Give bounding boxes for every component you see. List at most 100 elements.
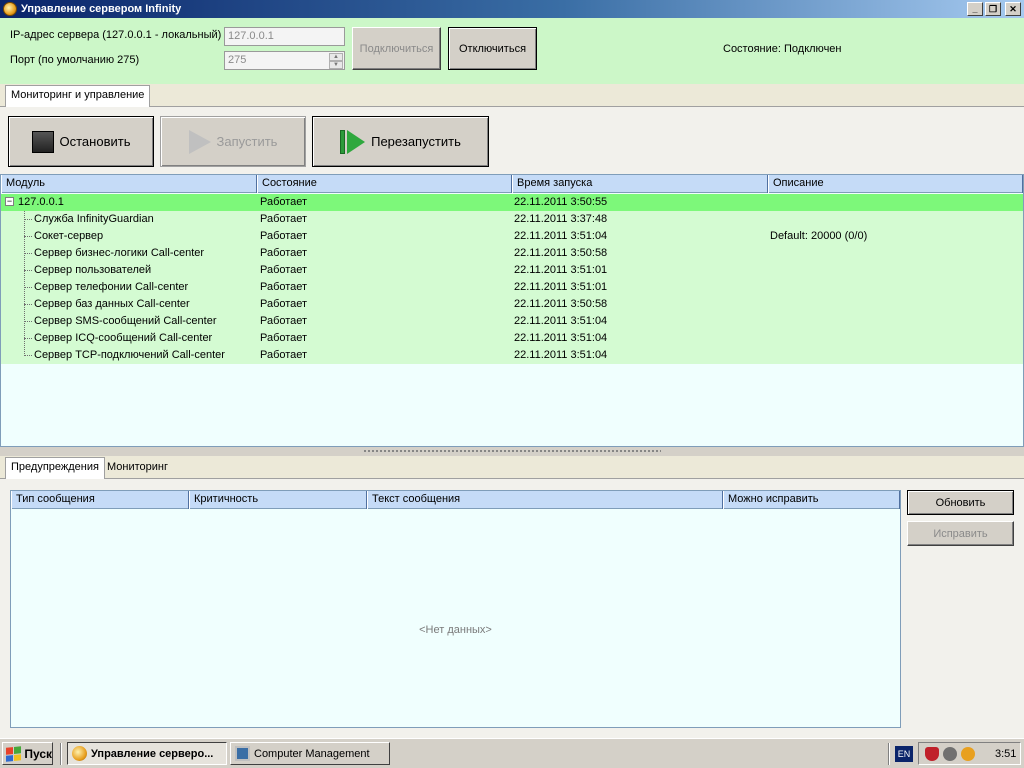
table-row-root[interactable]: − 127.0.0.1 Работает 22.11.2011 3:50:55 [1, 194, 1023, 211]
table-row[interactable]: Сервер баз данных Call-center Работает 22.… [1, 296, 1023, 313]
language-indicator[interactable]: EN [895, 746, 913, 762]
module-name: Сервер бизнес-логики Call-center [34, 247, 205, 259]
main-tabstrip: Мониторинг и управление [0, 84, 1024, 107]
table-row[interactable]: Сервер TCP-подключений Call-center Работа… [1, 347, 1023, 364]
close-button[interactable]: ✕ [1005, 2, 1021, 16]
windows-logo-icon [6, 745, 22, 762]
column-header-message-type[interactable]: Тип сообщения [11, 491, 189, 509]
module-state: Работает [260, 196, 308, 208]
table-row[interactable]: Сокет-сервер Работает 22.11.2011 3:51:04 De… [1, 228, 1023, 245]
tree-line [24, 287, 32, 288]
column-header-module[interactable]: Модуль [1, 175, 257, 193]
module-start-time: 22.11.2011 3:50:58 [514, 298, 608, 310]
column-header-state[interactable]: Состояние [257, 175, 512, 193]
ip-address-field[interactable]: 127.0.0.1 [224, 27, 345, 46]
spin-up-icon[interactable]: ▲ [329, 53, 343, 61]
clock: 3:51 [995, 747, 1017, 760]
module-state: Работает [260, 332, 308, 344]
column-header-description[interactable]: Описание [768, 175, 1023, 193]
connection-panel: IP-адрес сервера (127.0.0.1 - локальный)… [0, 18, 1024, 84]
module-start-time: 22.11.2011 3:51:01 [514, 281, 608, 293]
control-toolbar: Остановить Запустить Перезапустить [0, 107, 1024, 174]
warnings-grid[interactable]: Тип сообщения Критичность Текст сообщени… [10, 490, 901, 728]
module-start-time: 22.11.2011 3:51:04 [514, 315, 608, 327]
start-label: Пуск [24, 746, 52, 761]
empty-placeholder: <Нет данных> [419, 624, 492, 636]
module-name: Сервер баз данных Call-center [34, 298, 190, 310]
module-name: Сервер ICQ-сообщений Call-center [34, 332, 213, 344]
taskbar-item-infinity[interactable]: Управление сервеpo... [67, 742, 227, 765]
port-label: Порт (по умолчанию 275) [10, 54, 140, 66]
column-header-severity[interactable]: Критичность [189, 491, 367, 509]
stop-label: Остановить [59, 134, 131, 149]
table-row[interactable]: Сервер ICQ-сообщений Call-center Работает… [1, 330, 1023, 347]
tree-line [24, 236, 32, 237]
tab-monitoring[interactable]: Мониторинг [102, 458, 173, 478]
module-state: Работает [260, 315, 308, 327]
column-header-message-text[interactable]: Текст сообщения [367, 491, 723, 509]
module-name: 127.0.0.1 [18, 196, 64, 208]
minimize-button[interactable]: _ [967, 2, 983, 16]
tree-line [24, 304, 32, 305]
module-name: Сокет-сервер [34, 230, 104, 242]
table-row[interactable]: Служба InfinityGuardian Работает 22.11.201… [1, 211, 1023, 228]
tree-line [24, 219, 32, 220]
port-spinner[interactable]: ▲ ▼ [329, 53, 343, 69]
window-title-bar[interactable]: Управление сервером Infinity _ ❐ ✕ [0, 0, 1024, 18]
taskbar-item-computer-management[interactable]: Computer Management [230, 742, 390, 765]
modules-grid[interactable]: Модуль Состояние Время запуска Описание … [0, 174, 1024, 447]
module-name: Служба InfinityGuardian [34, 213, 154, 225]
disconnect-button[interactable]: Отключиться [448, 27, 537, 70]
collapse-icon[interactable]: − [5, 197, 14, 206]
start-button[interactable]: Пуск [2, 742, 53, 765]
module-start-time: 22.11.2011 3:51:04 [514, 349, 608, 361]
taskbar-item-label: Computer Management [254, 747, 370, 760]
tree-line [24, 211, 25, 356]
connection-status: Состояние: Подключен [723, 43, 842, 55]
tab-warnings[interactable]: Предупреждения [5, 457, 105, 479]
module-name: Сервер TCP-подключений Call-center [34, 349, 225, 361]
module-name: Сервер SMS-сообщений Call-center [34, 315, 217, 327]
port-field[interactable]: 275 ▲ ▼ [224, 51, 345, 70]
modules-grid-header: Модуль Состояние Время запуска Описание [1, 175, 1023, 193]
table-row[interactable]: Сервер бизнес-логики Call-center Работает… [1, 245, 1023, 262]
bottom-tabstrip: Предупреждения Мониторинг [0, 456, 1024, 479]
fix-button[interactable]: Исправить [907, 521, 1014, 546]
module-start-time: 22.11.2011 3:50:55 [514, 196, 608, 208]
module-start-time: 22.11.2011 3:51:01 [514, 264, 608, 276]
stop-button[interactable]: Остановить [8, 116, 154, 167]
port-value: 275 [228, 54, 247, 66]
start-button[interactable]: Запустить [160, 116, 306, 167]
column-header-fixable[interactable]: Можно исправить [723, 491, 900, 509]
module-start-time: 22.11.2011 3:37:48 [514, 213, 608, 225]
tab-monitoring-control[interactable]: Мониторинг и управление [5, 85, 151, 107]
system-tray: 3:51 [918, 742, 1021, 765]
table-row[interactable]: Сервер пользователей Работает 22.11.2011 3… [1, 262, 1023, 279]
infinity-app-icon [72, 746, 87, 761]
connect-button[interactable]: Подключиться [352, 27, 441, 70]
taskbar-item-label: Управление сервеpo... [91, 747, 214, 760]
restore-button[interactable]: ❐ [985, 2, 1001, 16]
ip-label: IP-адрес сервера (127.0.0.1 - локальный) [10, 29, 222, 41]
spin-down-icon[interactable]: ▼ [329, 61, 343, 69]
network-icon[interactable] [943, 746, 957, 761]
module-start-time: 22.11.2011 3:51:04 [514, 332, 608, 344]
module-state: Работает [260, 213, 308, 225]
tree-line [24, 253, 32, 254]
module-description: Default: 20000 (0/0) [770, 230, 868, 242]
computer-management-icon [235, 746, 250, 761]
splitter-handle[interactable] [363, 449, 661, 454]
module-state: Работает [260, 230, 308, 242]
tree-line [24, 355, 32, 356]
restart-label: Перезапустить [371, 134, 461, 149]
play-icon [188, 129, 211, 154]
tree-line [24, 338, 32, 339]
restart-button[interactable]: Перезапустить [312, 116, 489, 167]
table-row[interactable]: Сервер SMS-сообщений Call-center Работает… [1, 313, 1023, 330]
security-shield-icon[interactable] [925, 746, 939, 761]
table-row[interactable]: Сервер телефонии Call-center Работает 22.1… [1, 279, 1023, 296]
refresh-button[interactable]: Обновить [907, 490, 1014, 515]
infinity-tray-icon[interactable] [961, 746, 975, 761]
column-header-start-time[interactable]: Время запуска [512, 175, 768, 193]
module-state: Работает [260, 349, 308, 361]
